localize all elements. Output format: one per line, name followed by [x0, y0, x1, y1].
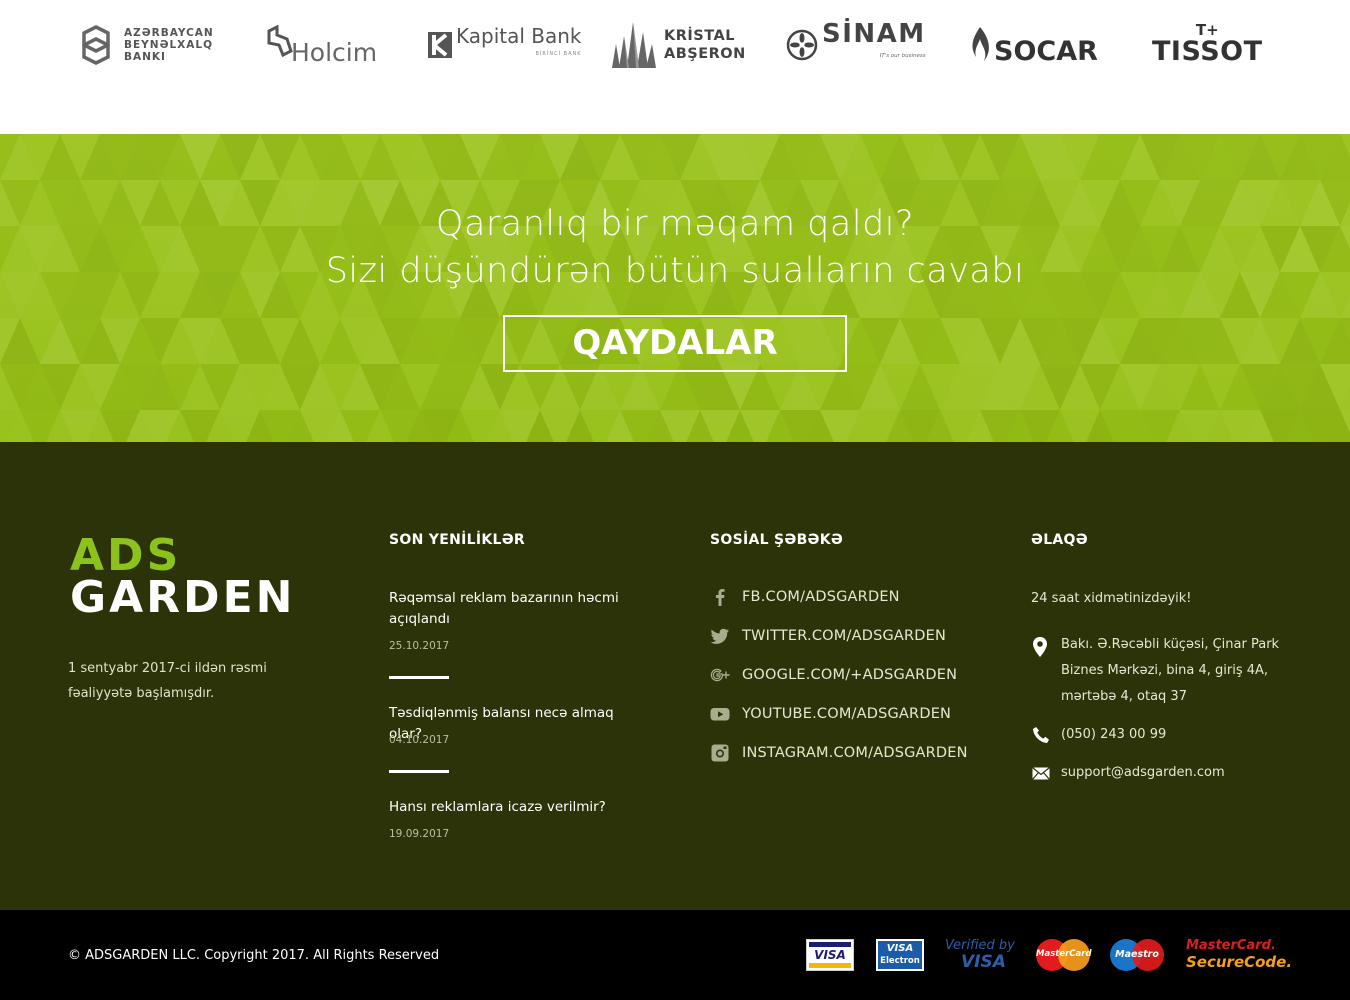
phone-number[interactable]: (050) 243 00 99	[1061, 722, 1166, 748]
partner-line: KRİSTAL	[664, 28, 735, 44]
partner-logo-socar[interactable]: SOCAR	[968, 18, 1098, 72]
visa-electron-icon: VISA Electron	[876, 939, 924, 971]
news-item-date: 19.09.2017	[389, 828, 450, 840]
location-pin-icon	[1033, 637, 1047, 657]
partner-line: BANKI	[124, 51, 166, 63]
email-address[interactable]: support@adsgarden.com	[1061, 760, 1225, 786]
brand-description: 1 sentyabr 2017-ci ildən rəsmi fəaliyyət…	[68, 661, 267, 701]
maestro-label: Maestro	[1115, 949, 1159, 960]
mastercard-securecode-icon: MasterCard. SecureCode.	[1186, 938, 1292, 974]
securecode-top: MasterCard.	[1186, 938, 1276, 953]
crystal-icon	[612, 22, 656, 68]
google-plus-icon	[710, 668, 730, 682]
brand-garden: GARDEN	[70, 572, 296, 623]
social-label: INSTAGRAM.COM/ADSGARDEN	[742, 745, 968, 761]
envelope-icon	[1032, 767, 1050, 780]
partner-line: ABŞERON	[664, 46, 746, 62]
social-label: GOOGLE.COM/+ADSGARDEN	[742, 667, 958, 683]
social-link-twitter[interactable]: TWITTER.COM/ADSGARDEN	[710, 624, 946, 648]
mastercard-icon: MasterCard	[1036, 939, 1092, 971]
service-hours: 24 saat xidmətinizdəyik!	[1031, 591, 1192, 606]
kapital-k-icon	[428, 32, 452, 58]
news-separator	[389, 770, 449, 773]
copyright: © ADSGARDEN LLC. Copyright 2017. All Rig…	[68, 948, 440, 963]
twitter-icon	[710, 628, 729, 644]
bottom-bar: © ADSGARDEN LLC. Copyright 2017. All Rig…	[0, 910, 1350, 1000]
rules-button[interactable]: QAYDALAR	[503, 315, 847, 372]
cta-line-1: Qaranlıq bir məqam qaldı?	[435, 204, 915, 244]
news-item-date: 25.10.2017	[389, 640, 450, 652]
mastercard-label: MasterCard	[1036, 949, 1092, 959]
partner-logo-tissot[interactable]: T+ TISSOT	[1152, 18, 1263, 72]
address-line: Biznes Mərkəzi, bina 4, giriş 4A,	[1061, 663, 1269, 678]
social-label: TWITTER.COM/ADSGARDEN	[742, 628, 947, 644]
card-stripe	[809, 942, 851, 947]
maestro-icon: Maestro	[1110, 939, 1164, 971]
social-link-youtube[interactable]: YOUTUBE.COM/ADSGARDEN	[710, 702, 951, 726]
partner-label: SOCAR	[994, 35, 1098, 67]
address-line: Bakı. Ə.Rəcəbli küçəsi, Çinar Park	[1061, 637, 1280, 652]
securecode-bottom: SecureCode.	[1186, 953, 1293, 971]
socar-flame-icon	[972, 27, 989, 61]
ibar-emblem-icon	[82, 25, 110, 65]
partner-top: T+	[1195, 21, 1219, 39]
instagram-icon	[711, 744, 729, 762]
partner-sub: BİRİNCİ BANK	[535, 51, 582, 57]
visa-electron-bottom: Electron	[880, 956, 920, 966]
partner-logo-ibar[interactable]: AZƏRBAYCAN BEYNƏLXALQ BANKI	[74, 18, 214, 72]
partner-label: Kapital Bank	[456, 24, 582, 48]
social-link-facebook[interactable]: FB.COM/ADSGARDEN	[710, 585, 900, 609]
partner-logo-sinam[interactable]: SİNAM IT's our business	[786, 18, 926, 72]
news-separator	[389, 676, 449, 679]
cta-line-2: Sizi düşündürən bütün sualların cavabı	[325, 251, 1025, 291]
phone-icon	[1033, 727, 1049, 743]
partner-label: SİNAM	[822, 19, 926, 49]
partner-logo-kapital-bank[interactable]: Kapital Bank BİRİNCİ BANK	[428, 18, 582, 72]
partner-label: TISSOT	[1152, 36, 1263, 67]
news-item-title[interactable]: Hansı reklamlara icazə verilmir?	[389, 797, 649, 818]
contact-heading: ƏLAQƏ	[1031, 532, 1088, 548]
social-label: FB.COM/ADSGARDEN	[742, 589, 900, 605]
partner-logo-holcim[interactable]: Holcim	[265, 18, 377, 72]
social-heading: SOSİAL ŞƏBƏKƏ	[710, 532, 844, 548]
news-item-title[interactable]: Rəqəmsal reklam bazarının həcmi açıqland…	[389, 588, 649, 630]
social-link-google-plus[interactable]: GOOGLE.COM/+ADSGARDEN	[710, 663, 957, 687]
social-label: YOUTUBE.COM/ADSGARDEN	[742, 706, 952, 722]
social-link-instagram[interactable]: INSTAGRAM.COM/ADSGARDEN	[710, 741, 968, 765]
cta-banner: Qaranlıq bir məqam qaldı? Sizi düşündürə…	[0, 134, 1350, 442]
visa-card-icon: VISA	[806, 939, 854, 971]
verified-top: Verified by	[945, 938, 1015, 953]
news-heading: SON YENİLİKLƏR	[389, 532, 525, 548]
sinam-flower-icon	[786, 29, 818, 61]
visa-electron-top: VISA	[886, 943, 914, 954]
partner-line: AZƏRBAYCAN	[124, 27, 214, 39]
news-item-date: 04.10.2017	[389, 734, 450, 746]
partner-line: BEYNƏLXALQ	[124, 39, 214, 51]
card-stripe	[809, 963, 851, 968]
footer: ADS GARDEN 1 sentyabr 2017-ci ildən rəsm…	[0, 442, 1350, 910]
visa-label: VISA	[814, 948, 846, 962]
partner-logo-kristal-abseron[interactable]: KRİSTAL ABŞERON	[610, 18, 746, 72]
partner-label: Holcim	[291, 37, 378, 67]
partners-strip: AZƏRBAYCAN BEYNƏLXALQ BANKI Holcim Kapit…	[0, 0, 1350, 134]
facebook-icon	[716, 589, 725, 606]
verified-bottom: VISA	[961, 952, 1006, 972]
verified-by-visa-icon: Verified by VISA	[945, 938, 1019, 974]
address-line: mərtəbə 4, otaq 37	[1061, 689, 1187, 704]
youtube-icon	[710, 708, 730, 721]
